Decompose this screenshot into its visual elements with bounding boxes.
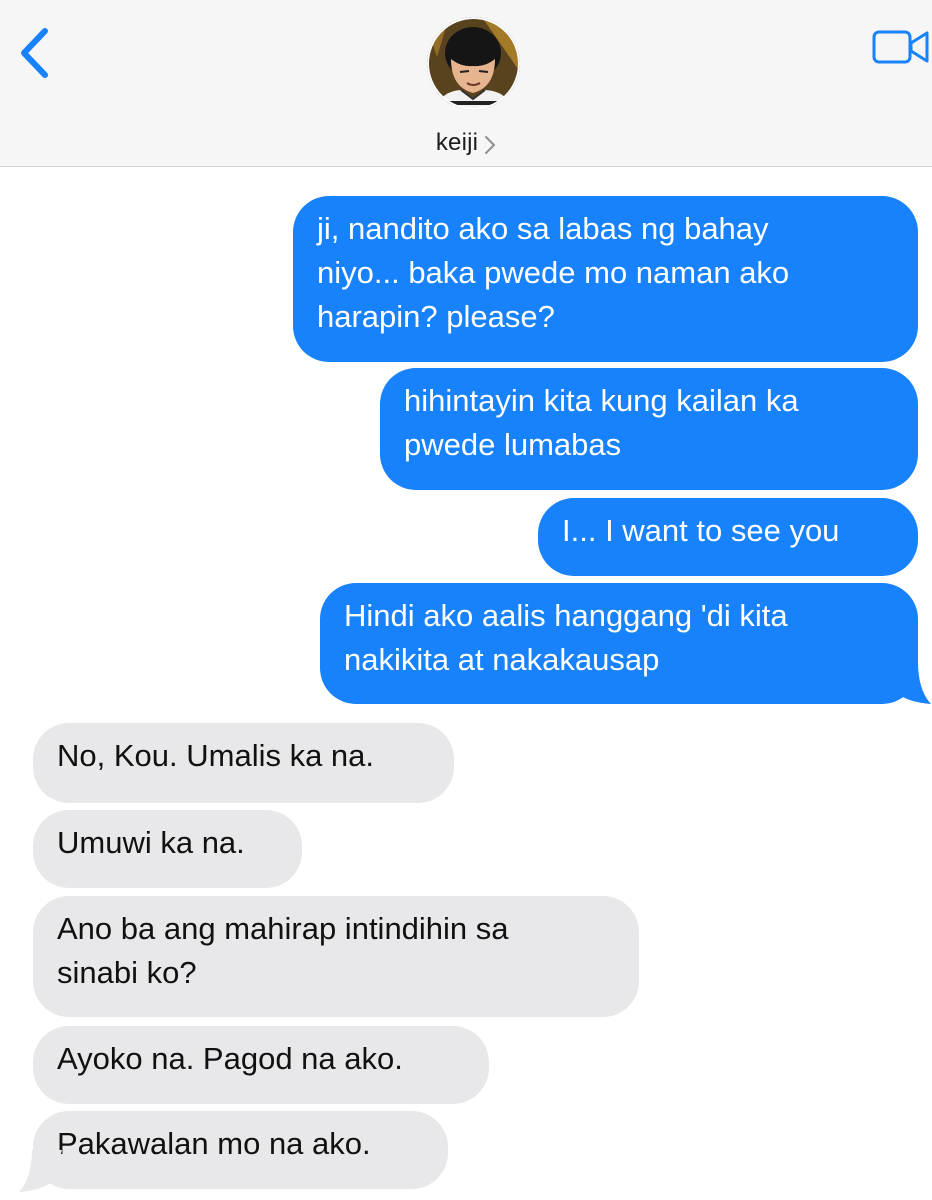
- received-message-bubble[interactable]: No, Kou. Umalis ka na.: [33, 723, 454, 803]
- sent-message-bubble[interactable]: I... I want to see you: [538, 498, 918, 576]
- received-message-bubble[interactable]: Ayoko na. Pagod na ako.: [33, 1026, 489, 1104]
- avatar[interactable]: [427, 17, 520, 110]
- chevron-left-icon: [21, 28, 48, 78]
- messages-screen: keiji ji, nandito ako sa labas ng bahay …: [0, 0, 932, 1200]
- sent-message-bubble[interactable]: ji, nandito ako sa labas ng bahay niyo..…: [293, 196, 918, 362]
- contact-info-link[interactable]: keiji: [0, 128, 932, 158]
- video-camera-icon: [872, 30, 929, 64]
- received-message-bubble[interactable]: Ano ba ang mahirap intindihin sa sinabi …: [33, 896, 639, 1017]
- received-bubble-tail: [19, 1150, 62, 1192]
- sent-message-bubble[interactable]: Hindi ako aalis hanggang 'di kita nakiki…: [320, 583, 918, 704]
- back-button[interactable]: [14, 26, 58, 80]
- chevron-right-icon: [485, 135, 496, 154]
- contact-name: keiji: [435, 129, 479, 156]
- contact-avatar-image: [427, 17, 520, 110]
- received-message-bubble[interactable]: Pakawalan mo na ako.: [33, 1111, 448, 1189]
- sent-bubble-tail: [888, 662, 931, 704]
- video-call-button[interactable]: [872, 28, 930, 66]
- conversation-header: keiji: [0, 0, 932, 167]
- received-message-bubble[interactable]: Umuwi ka na.: [33, 810, 302, 888]
- sent-message-bubble[interactable]: hihintayin kita kung kailan ka pwede lum…: [380, 368, 918, 490]
